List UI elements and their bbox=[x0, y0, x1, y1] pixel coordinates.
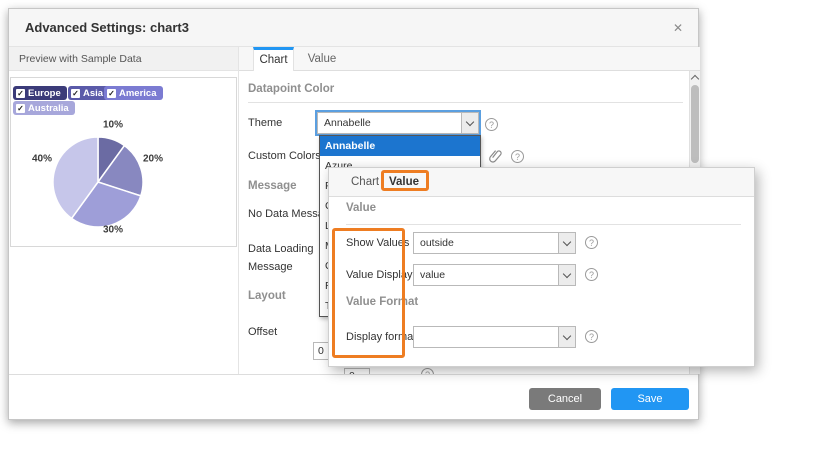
dialog-header: Advanced Settings: chart3 ✕ bbox=[9, 9, 698, 47]
show-values-select[interactable]: outside bbox=[413, 232, 576, 254]
tab-chart[interactable]: Chart bbox=[253, 47, 294, 72]
preview-panel-header: Preview with Sample Data bbox=[9, 47, 239, 71]
main-tab-bar: Chart Value bbox=[239, 47, 700, 71]
theme-select[interactable]: Annabelle bbox=[317, 112, 479, 134]
value-labels-highlight bbox=[332, 228, 405, 358]
screen: Advanced Settings: chart3 ✕ Preview with… bbox=[0, 0, 820, 459]
offset-label: Offset bbox=[248, 326, 277, 338]
close-icon[interactable]: ✕ bbox=[670, 20, 686, 36]
scrollbar-thumb[interactable] bbox=[691, 85, 699, 163]
display-format-select[interactable] bbox=[413, 326, 576, 348]
display-format-help-icon[interactable]: ? bbox=[585, 330, 598, 343]
pie-label-40: 40% bbox=[32, 154, 52, 165]
value-display-help-icon[interactable]: ? bbox=[585, 268, 598, 281]
scroll-up-icon[interactable] bbox=[691, 75, 699, 83]
value-display-select[interactable]: value bbox=[413, 264, 576, 286]
divider bbox=[248, 102, 683, 103]
dialog-title: Advanced Settings: chart3 bbox=[25, 9, 189, 47]
section-datapoint-color: Datapoint Color bbox=[248, 83, 334, 95]
overlay-tab-chart[interactable]: Chart bbox=[351, 168, 379, 197]
custom-colors-label: Custom Colors bbox=[248, 150, 321, 162]
offset-input-value: 0 bbox=[318, 343, 324, 359]
dropdown-option-annabelle[interactable]: Annabelle bbox=[320, 136, 480, 156]
theme-select-focus-ring: Annabelle bbox=[315, 110, 481, 136]
tab-value[interactable]: Value bbox=[296, 47, 348, 71]
preview-panel: ✓ Europe ✓ Asia ✓ America ✓ Australia bbox=[9, 71, 239, 374]
chevron-down-icon[interactable] bbox=[558, 265, 575, 285]
cancel-button[interactable]: Cancel bbox=[529, 388, 601, 410]
data-loading-label-line2: Message bbox=[248, 261, 293, 273]
dialog-footer: Cancel Save bbox=[9, 374, 698, 419]
value-tab-highlight bbox=[381, 170, 429, 191]
pie-label-30: 30% bbox=[103, 225, 123, 236]
theme-help-icon[interactable]: ? bbox=[485, 118, 498, 131]
value-display-value: value bbox=[420, 265, 445, 285]
show-values-help-icon[interactable]: ? bbox=[585, 236, 598, 249]
chevron-down-icon[interactable] bbox=[558, 233, 575, 253]
custom-colors-help-icon[interactable]: ? bbox=[511, 150, 524, 163]
link-icon[interactable] bbox=[488, 148, 503, 164]
chart-preview: ✓ Europe ✓ Asia ✓ America ✓ Australia bbox=[10, 77, 237, 247]
save-button[interactable]: Save bbox=[611, 388, 689, 410]
pie-label-20: 20% bbox=[143, 154, 163, 165]
data-loading-label-line1: Data Loading bbox=[248, 243, 313, 255]
pie-label-10: 10% bbox=[103, 120, 123, 131]
overlay-section-value: Value bbox=[346, 202, 376, 214]
divider bbox=[346, 224, 741, 225]
theme-select-value: Annabelle bbox=[324, 113, 371, 133]
chevron-down-icon[interactable] bbox=[558, 327, 575, 347]
section-layout: Layout bbox=[248, 290, 286, 302]
show-values-value: outside bbox=[420, 233, 454, 253]
section-message: Message bbox=[248, 180, 297, 192]
value-settings-overlay: Chart Value Value Show Values outside ? … bbox=[328, 167, 755, 367]
theme-label: Theme bbox=[248, 117, 282, 129]
chevron-down-icon[interactable] bbox=[461, 113, 478, 133]
